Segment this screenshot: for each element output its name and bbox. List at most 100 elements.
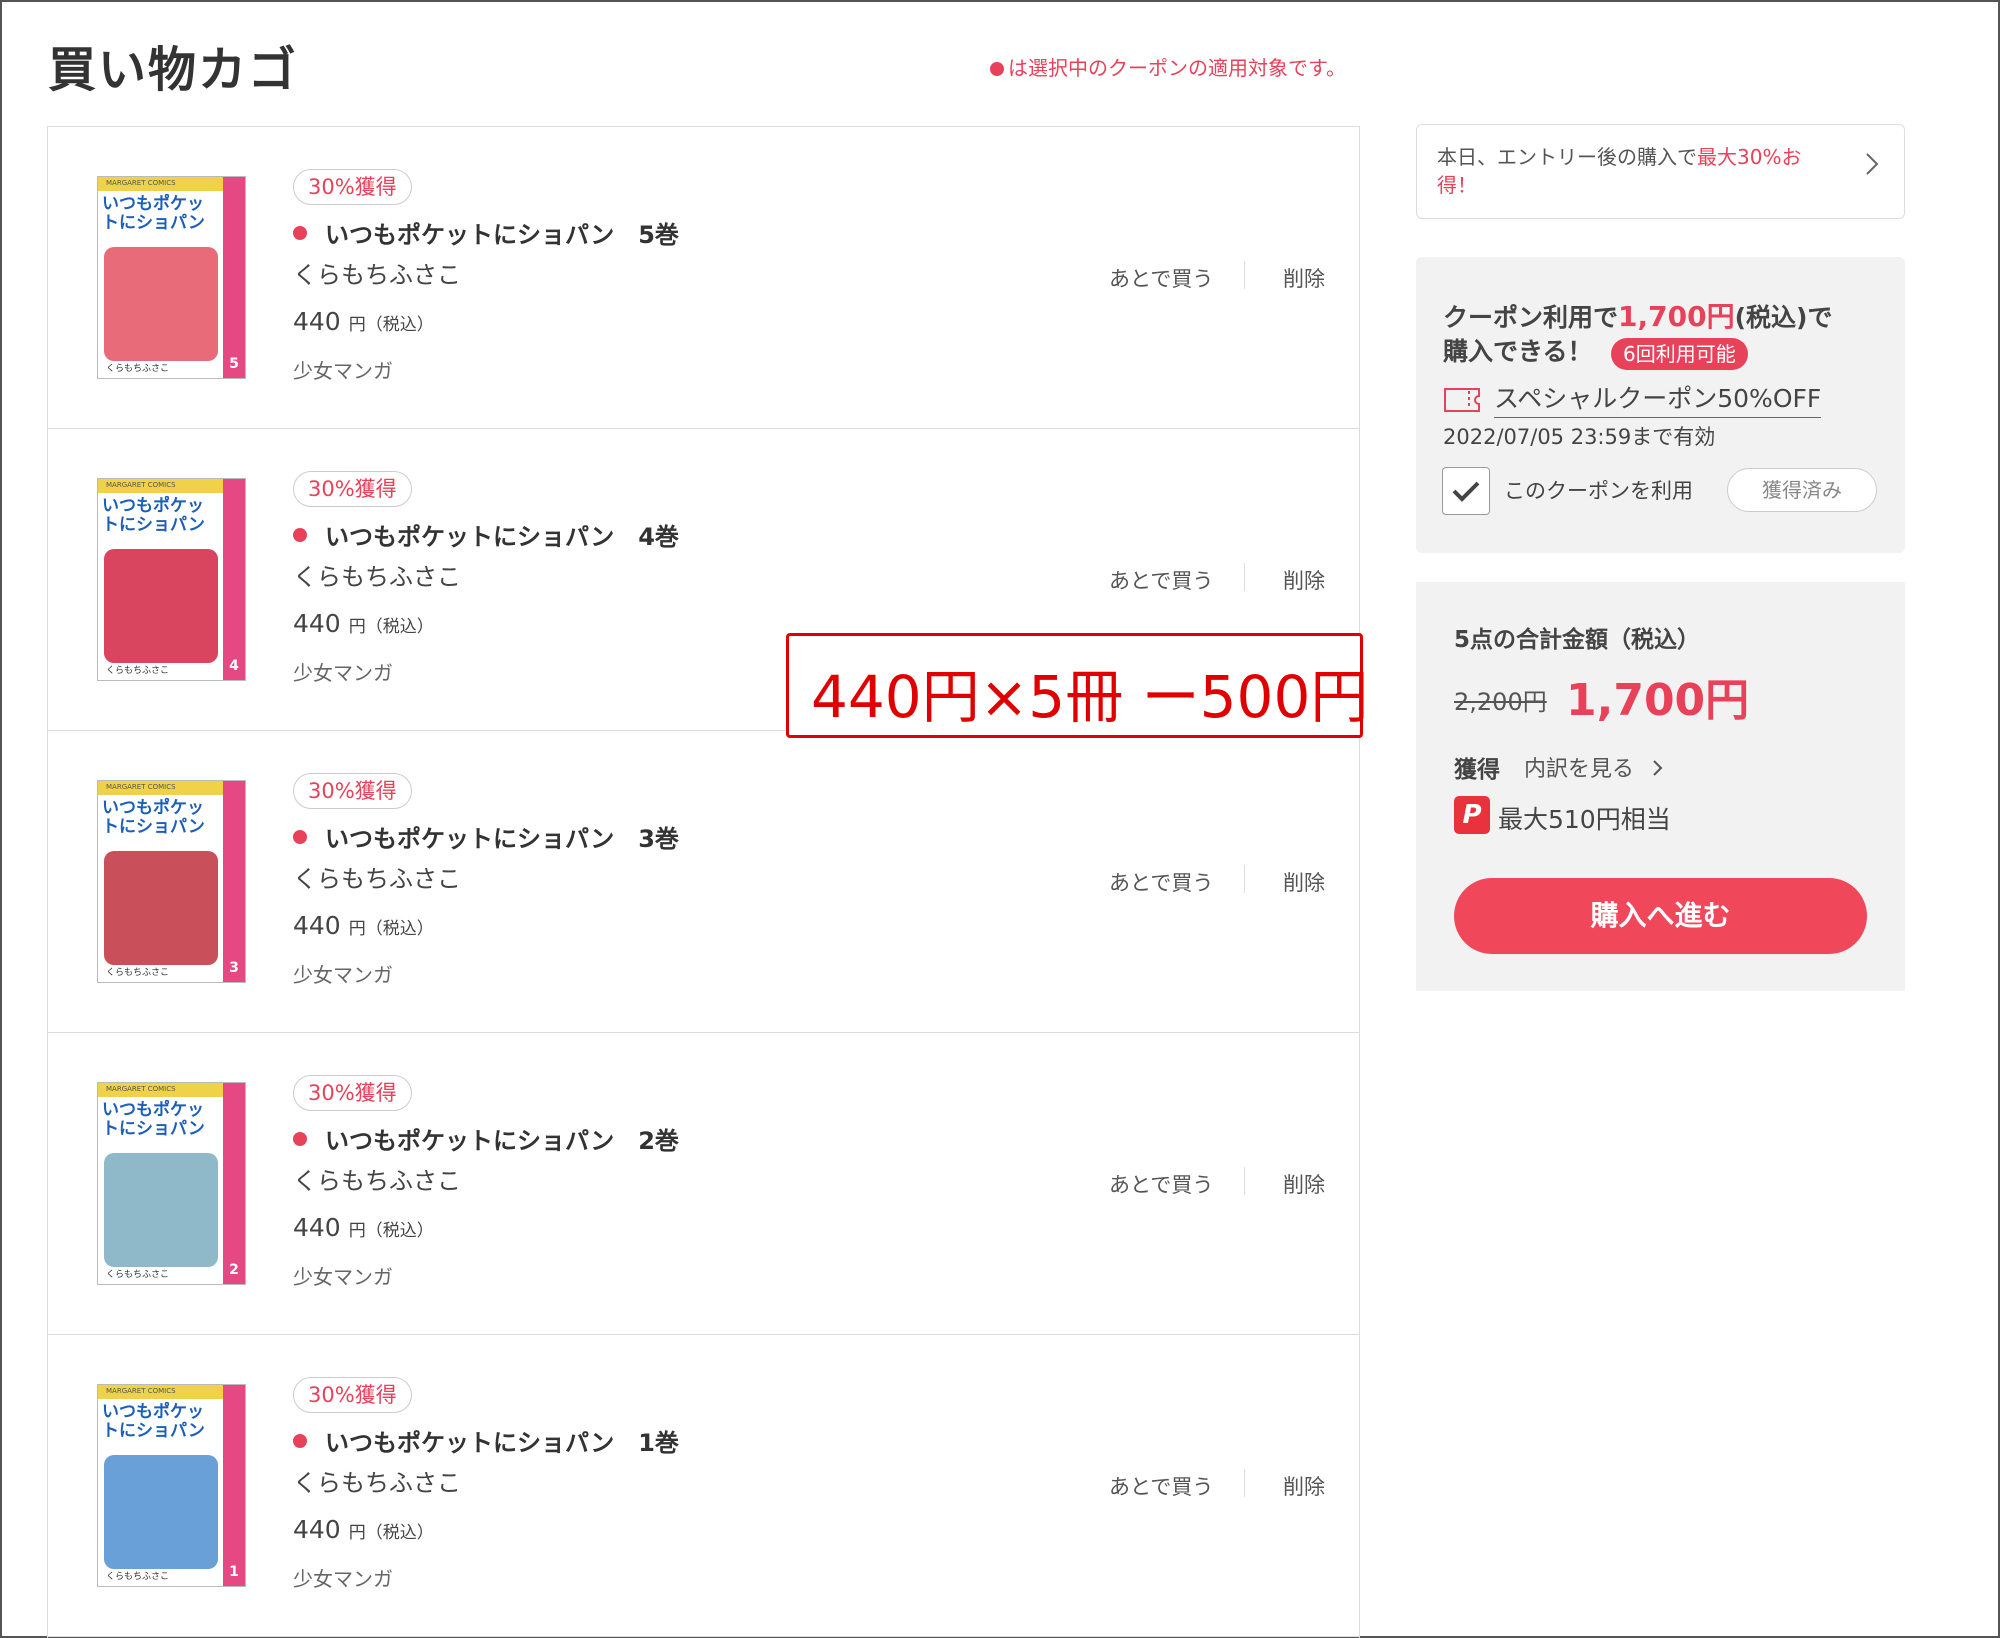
- price-value: 440: [293, 609, 341, 638]
- breakdown-link[interactable]: 内訳を見る: [1524, 751, 1665, 783]
- buy-later-button[interactable]: あとで買う: [1109, 867, 1213, 897]
- book-cover[interactable]: MARGARET COMICS いつもポケットにショパン くらもちふさこ 2: [97, 1082, 246, 1285]
- price-unit: 円（税込）: [348, 315, 434, 335]
- book-cover[interactable]: MARGARET COMICS いつもポケットにショパン くらもちふさこ 5: [97, 176, 246, 379]
- price-unit: 円（税込）: [348, 1221, 434, 1241]
- item-title[interactable]: いつもポケットにショパン 2巻: [293, 1121, 679, 1156]
- entry-promo-banner[interactable]: 本日、エントリー後の購入で最大30%お得！: [1416, 124, 1905, 219]
- item-title-text: いつもポケットにショパン 1巻: [325, 1429, 679, 1457]
- cover-title: いつもポケットにショパン: [102, 496, 205, 535]
- delete-button[interactable]: 削除: [1283, 565, 1325, 595]
- cover-author: くらもちふさこ: [106, 1270, 170, 1280]
- item-title[interactable]: いつもポケットにショパン 4巻: [293, 517, 679, 552]
- item-author[interactable]: くらもちふさこ: [293, 859, 461, 894]
- coupon-target-dot-icon: [293, 226, 307, 240]
- action-divider: [1244, 1469, 1245, 1497]
- cart-list: MARGARET COMICS いつもポケットにショパン くらもちふさこ 5 3…: [47, 126, 1360, 1638]
- book-cover[interactable]: MARGARET COMICS いつもポケットにショパン くらもちふさこ 1: [97, 1384, 246, 1587]
- chevron-right-icon: [1653, 760, 1663, 776]
- item-title[interactable]: いつもポケットにショパン 3巻: [293, 819, 679, 854]
- check-icon: [1452, 481, 1480, 502]
- price-value: 440: [293, 307, 341, 336]
- total-price: 1,700円: [1566, 675, 1750, 726]
- cover-title: いつもポケットにショパン: [102, 1402, 205, 1441]
- item-price: 440 円（税込）: [293, 1213, 434, 1242]
- item-title-text: いつもポケットにショパン 3巻: [325, 825, 679, 853]
- item-genre: 少女マンガ: [293, 1265, 393, 1289]
- cover-illustration: [104, 1455, 218, 1569]
- buy-later-button[interactable]: あとで買う: [1109, 1169, 1213, 1199]
- cover-volume: 4: [229, 658, 239, 674]
- coupon-uses-badge: 6回利用可能: [1611, 338, 1748, 370]
- earn-label: 獲得: [1454, 757, 1500, 783]
- use-coupon-checkbox[interactable]: [1442, 467, 1490, 515]
- cart-item: MARGARET COMICS いつもポケットにショパン くらもちふさこ 2 3…: [48, 1033, 1359, 1335]
- coupon-headline-2: 購入できる！: [1443, 337, 1593, 366]
- use-coupon-label[interactable]: このクーポンを利用: [1504, 475, 1693, 505]
- coupon-target-dot-icon: [293, 1434, 307, 1448]
- delete-button[interactable]: 削除: [1283, 1471, 1325, 1501]
- item-price: 440 円（税込）: [293, 609, 434, 638]
- points-badge: 30%獲得: [293, 773, 412, 809]
- price-value: 440: [293, 911, 341, 940]
- points-badge: 30%獲得: [293, 169, 412, 205]
- item-author[interactable]: くらもちふさこ: [293, 255, 461, 290]
- cover-series-label: MARGARET COMICS: [106, 783, 176, 791]
- coupon-dot-icon: [990, 62, 1004, 76]
- coupon-obtained-button[interactable]: 獲得済み: [1727, 468, 1877, 512]
- item-author[interactable]: くらもちふさこ: [293, 1161, 461, 1196]
- item-title[interactable]: いつもポケットにショパン 1巻: [293, 1423, 679, 1458]
- cover-series-label: MARGARET COMICS: [106, 481, 176, 489]
- cover-volume: 1: [229, 1564, 239, 1580]
- proceed-to-purchase-button[interactable]: 購入へ進む: [1454, 878, 1867, 954]
- coupon-name-link[interactable]: スペシャルクーポン50%OFF: [1494, 379, 1822, 418]
- coupon-target-dot-icon: [293, 830, 307, 844]
- points-badge: 30%獲得: [293, 1377, 412, 1413]
- delete-button[interactable]: 削除: [1283, 867, 1325, 897]
- cover-author: くらもちふさこ: [106, 666, 170, 676]
- chevron-right-icon: [1864, 151, 1880, 184]
- coupon-ticket-icon: [1443, 387, 1481, 413]
- points-badge: 30%獲得: [293, 471, 412, 507]
- item-title-text: いつもポケットにショパン 2巻: [325, 1127, 679, 1155]
- coupon-target-dot-icon: [293, 1132, 307, 1146]
- cover-illustration: [104, 1153, 218, 1267]
- cover-author: くらもちふさこ: [106, 364, 170, 374]
- coupon-note-text: は選択中のクーポンの適用対象です。: [1008, 56, 1346, 80]
- item-genre: 少女マンガ: [293, 1567, 393, 1591]
- promo-text: 本日、エントリー後の購入で最大30%お得！: [1437, 145, 1802, 197]
- cover-author: くらもちふさこ: [106, 968, 170, 978]
- item-title[interactable]: いつもポケットにショパン 5巻: [293, 215, 679, 250]
- coupon-target-note: は選択中のクーポンの適用対象です。: [990, 52, 1346, 81]
- book-cover[interactable]: MARGARET COMICS いつもポケットにショパン くらもちふさこ 3: [97, 780, 246, 983]
- cover-illustration: [104, 247, 218, 361]
- buy-later-button[interactable]: あとで買う: [1109, 1471, 1213, 1501]
- coupon-panel: クーポン利用で1,700円(税込)で 購入できる！ 6回利用可能 スペシャルクー…: [1416, 257, 1905, 553]
- item-title-text: いつもポケットにショパン 4巻: [325, 523, 679, 551]
- cover-title: いつもポケットにショパン: [102, 798, 205, 837]
- cover-illustration: [104, 549, 218, 663]
- delete-button[interactable]: 削除: [1283, 1169, 1325, 1199]
- book-cover[interactable]: MARGARET COMICS いつもポケットにショパン くらもちふさこ 4: [97, 478, 246, 681]
- item-author[interactable]: くらもちふさこ: [293, 557, 461, 592]
- cart-item: MARGARET COMICS いつもポケットにショパン くらもちふさこ 3 3…: [48, 731, 1359, 1033]
- item-title-text: いつもポケットにショパン 5巻: [325, 221, 679, 249]
- cart-item: MARGARET COMICS いつもポケットにショパン くらもちふさこ 1 3…: [48, 1335, 1359, 1637]
- buy-later-button[interactable]: あとで買う: [1109, 565, 1213, 595]
- buy-later-button[interactable]: あとで買う: [1109, 263, 1213, 293]
- item-genre: 少女マンガ: [293, 661, 393, 685]
- delete-button[interactable]: 削除: [1283, 263, 1325, 293]
- item-price: 440 円（税込）: [293, 307, 434, 336]
- price-value: 440: [293, 1213, 341, 1242]
- cover-title: いつもポケットにショパン: [102, 1100, 205, 1139]
- action-divider: [1244, 1167, 1245, 1195]
- item-price: 440 円（税込）: [293, 1515, 434, 1544]
- price-unit: 円（税込）: [348, 1523, 434, 1543]
- page-title: 買い物カゴ: [48, 42, 299, 98]
- cover-volume: 3: [229, 960, 239, 976]
- item-author[interactable]: くらもちふさこ: [293, 1463, 461, 1498]
- cover-series-label: MARGARET COMICS: [106, 179, 176, 187]
- coupon-price: 1,700円: [1618, 300, 1735, 333]
- coupon-target-dot-icon: [293, 528, 307, 542]
- cover-volume: 2: [229, 1262, 239, 1278]
